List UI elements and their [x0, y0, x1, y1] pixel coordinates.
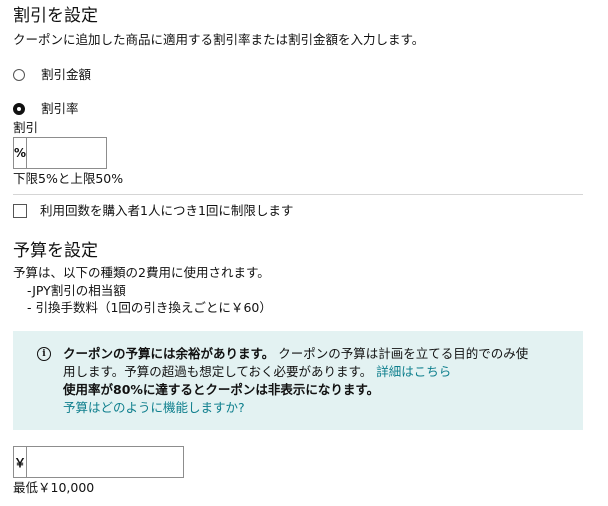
alert-line-2: 用します。予算の超過も想定しておく必要があります。 詳細はこちら	[63, 364, 451, 380]
alert-bold-line: 使用率が80%に達するとクーポンは非表示になります。	[63, 382, 380, 397]
limit-checkbox-label: 利用回数を購入者1人につき1回に制限します	[40, 203, 294, 218]
discount-field-label: 割引	[13, 120, 39, 135]
discount-description: クーポンに追加した商品に適用する割引率または割引金額を入力します。	[13, 32, 425, 47]
limit-checkbox-row[interactable]: 利用回数を購入者1人につき1回に制限します	[13, 203, 293, 219]
limit-checkbox[interactable]	[13, 204, 27, 218]
info-icon: i	[37, 347, 51, 361]
budget-section-title: 予算を設定	[13, 241, 98, 261]
discount-hint: 下限5%と上限50%	[13, 171, 124, 186]
radio-option-amount[interactable]: 割引金額	[13, 67, 91, 83]
section-divider	[13, 194, 583, 195]
alert-line-1: クーポンの予算には余裕があります。 クーポンの予算は計画を立てる目的でのみ使	[63, 346, 528, 362]
budget-description: 予算は、以下の種類の2費用に使用されます。	[13, 265, 270, 280]
details-link[interactable]: 詳細はこちら	[376, 364, 451, 379]
discount-rate-input[interactable]	[27, 138, 216, 168]
radio-option-rate[interactable]: 割引率	[13, 101, 79, 117]
alert-bold-lead: クーポンの予算には余裕があります。	[63, 346, 275, 361]
radio-label-rate: 割引率	[41, 101, 79, 116]
discount-section-title: 割引を設定	[13, 6, 98, 26]
budget-item-jpy: -JPY割引の相当額	[27, 283, 126, 298]
budget-info-alert: i クーポンの予算には余裕があります。 クーポンの予算は計画を立てる目的でのみ使…	[13, 331, 583, 430]
budget-item-fee: - 引換手数料（1回の引き換えごとに￥60）	[27, 300, 272, 315]
radio-button-amount[interactable]	[13, 69, 25, 81]
discount-rate-field: %	[13, 137, 216, 169]
radio-button-rate[interactable]	[13, 103, 25, 115]
yen-unit: ￥	[14, 447, 28, 477]
alert-text-2: 用します。予算の超過も想定しておく必要があります。	[63, 364, 373, 379]
radio-label-amount: 割引金額	[41, 67, 92, 82]
alert-text-1: クーポンの予算は計画を立てる目的でのみ使	[278, 346, 529, 361]
budget-help-link[interactable]: 予算はどのように機能しますか?	[63, 400, 245, 416]
budget-amount-field: ￥	[13, 446, 216, 478]
percent-unit: %	[14, 138, 28, 168]
budget-hint: 最低￥10,000	[13, 480, 95, 495]
budget-amount-input[interactable]	[27, 447, 216, 477]
